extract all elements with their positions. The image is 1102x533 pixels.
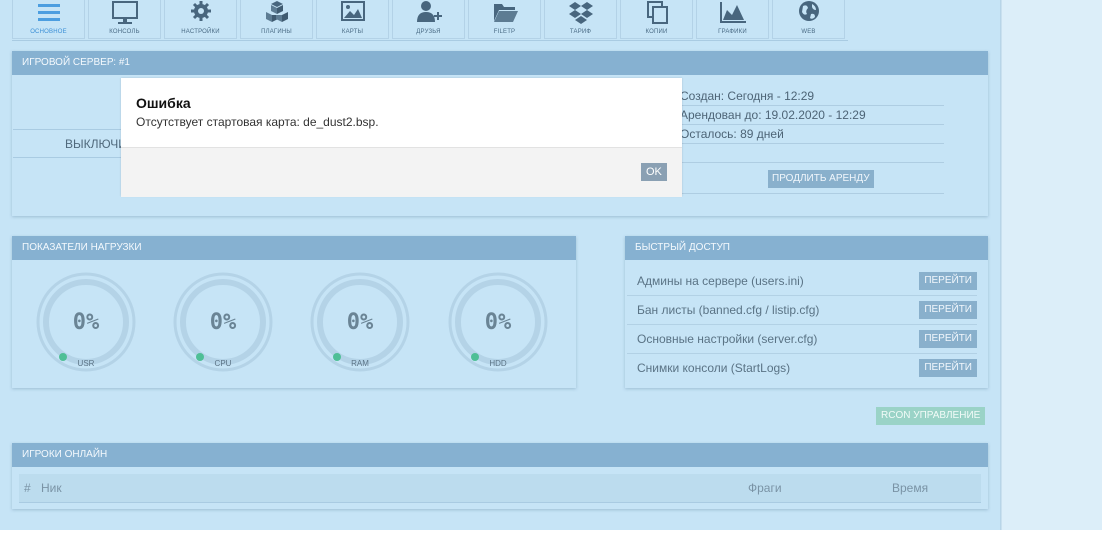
quick-row-startlogs: Снимки консоли (StartLogs) ПЕРЕЙТИ [627, 354, 977, 382]
gauge-value: 0% [346, 310, 374, 335]
globe-icon [798, 1, 819, 21]
quick-row-banlists: Бан листы (banned.cfg / listip.cfg) ПЕРЕ… [627, 296, 977, 325]
server-spacer-line [680, 144, 944, 163]
tab-charts[interactable]: ГРАФИКИ [696, 0, 769, 39]
go-button[interactable]: ПЕРЕЙТИ [919, 330, 977, 348]
tab-copies-label: КОПИИ [645, 29, 668, 35]
copy-icon [646, 1, 668, 24]
quick-row-label: Админы на сервере (users.ini) [637, 274, 804, 288]
main-page: ОСНОВНОЕ КОНСОЛЬ НАСТРОЙКИ ПЛАГИНЫ КАРТЫ… [0, 0, 1001, 530]
extend-rent-button[interactable]: ПРОДЛИТЬ АРЕНДУ [768, 170, 874, 188]
gauge-label: USR [77, 359, 95, 368]
go-button[interactable]: ПЕРЕЙТИ [919, 359, 977, 377]
side-background-strip [1001, 0, 1102, 530]
col-number: # [24, 481, 31, 495]
tab-charts-label: ГРАФИКИ [718, 29, 747, 35]
server-rented-until: Арендован до: 19.02.2020 - 12:29 [680, 106, 944, 125]
dialog-title: Ошибка [136, 95, 191, 111]
user-plus-icon [416, 1, 442, 22]
gauge-label: HDD [489, 359, 507, 368]
dialog-footer: OK [121, 147, 682, 197]
tab-main-label: ОСНОВНОЕ [30, 29, 67, 35]
menu-icon [37, 4, 60, 21]
col-time: Время [892, 481, 929, 495]
power-off-button[interactable]: ВЫКЛЮЧИТЬ [13, 129, 121, 158]
cubes-icon [265, 1, 288, 22]
server-remaining: Осталось: 89 дней [680, 125, 944, 144]
tab-friends[interactable]: ДРУЗЬЯ [392, 0, 465, 39]
dialog-message: Отсутствует стартовая карта: de_dust2.bs… [136, 115, 379, 129]
quick-row-label: Снимки консоли (StartLogs) [637, 361, 791, 375]
tab-tariff-label: ТАРИФ [569, 29, 592, 35]
quick-row-label: Основные настройки (server.cfg) [637, 332, 818, 346]
go-button[interactable]: ПЕРЕЙТИ [919, 301, 977, 319]
gauge-label: CPU [214, 359, 232, 368]
tab-friends-label: ДРУЗЬЯ [416, 29, 441, 35]
tab-web[interactable]: WEB [772, 0, 845, 39]
gauge-value: 0% [484, 310, 512, 335]
gauge-ram: 0% RAM [310, 272, 412, 374]
tab-tariff[interactable]: ТАРИФ [544, 0, 617, 39]
load-panel-title: ПОКАЗАТЕЛИ НАГРУЗКИ [12, 236, 576, 260]
monitor-icon [111, 1, 138, 24]
tab-plugins-label: ПЛАГИНЫ [261, 29, 292, 35]
area-chart-icon [719, 2, 746, 23]
image-icon [340, 1, 365, 21]
gauge-cpu: 0% CPU [173, 272, 275, 374]
tab-settings[interactable]: НАСТРОЙКИ [164, 0, 237, 39]
error-dialog: Ошибка Отсутствует стартовая карта: de_d… [121, 78, 682, 197]
players-panel-title: ИГРОКИ ОНЛАЙН [12, 443, 988, 467]
tab-filetp-label: FILETP [493, 29, 516, 35]
top-toolbar: ОСНОВНОЕ КОНСОЛЬ НАСТРОЙКИ ПЛАГИНЫ КАРТЫ… [12, 0, 848, 41]
tab-copies[interactable]: КОПИИ [620, 0, 693, 39]
go-button[interactable]: ПЕРЕЙТИ [919, 272, 977, 290]
tab-maps[interactable]: КАРТЫ [316, 0, 389, 39]
tab-web-label: WEB [801, 29, 816, 35]
rcon-button[interactable]: RCON УПРАВЛЕНИЕ [876, 407, 986, 425]
gauge-usr: 0% USR [36, 272, 138, 374]
col-frags: Фраги [748, 481, 782, 495]
gear-icon [190, 1, 211, 21]
ok-button[interactable]: OK [641, 163, 667, 181]
quick-row-settings: Основные настройки (server.cfg) ПЕРЕЙТИ [627, 325, 977, 354]
quick-access-title: БЫСТРЫЙ ДОСТУП [625, 236, 988, 260]
quick-row-label: Бан листы (banned.cfg / listip.cfg) [637, 303, 820, 317]
tab-console-label: КОНСОЛЬ [109, 29, 140, 35]
tab-maps-label: КАРТЫ [341, 29, 364, 35]
tab-console[interactable]: КОНСОЛЬ [88, 0, 161, 39]
quick-row-admins: Админы на сервере (users.ini) ПЕРЕЙТИ [627, 267, 977, 296]
tab-filetp[interactable]: FILETP [468, 0, 541, 39]
gauge-hdd: 0% HDD [448, 272, 550, 374]
server-panel-title: ИГРОВОЙ СЕРВЕР: #1 [12, 51, 988, 75]
tab-plugins[interactable]: ПЛАГИНЫ [240, 0, 313, 39]
server-created: Создан: Сегодня - 12:29 [680, 87, 944, 106]
players-table-header: # Ник Фраги Время [19, 474, 981, 503]
tab-main[interactable]: ОСНОВНОЕ [12, 0, 85, 39]
tab-settings-label: НАСТРОЙКИ [181, 29, 220, 35]
gauge-label: RAM [351, 359, 369, 368]
gauge-value: 0% [72, 310, 100, 335]
folder-icon [493, 4, 518, 22]
dropbox-icon [568, 2, 593, 24]
gauge-value: 0% [209, 310, 237, 335]
col-nick: Ник [41, 481, 62, 495]
